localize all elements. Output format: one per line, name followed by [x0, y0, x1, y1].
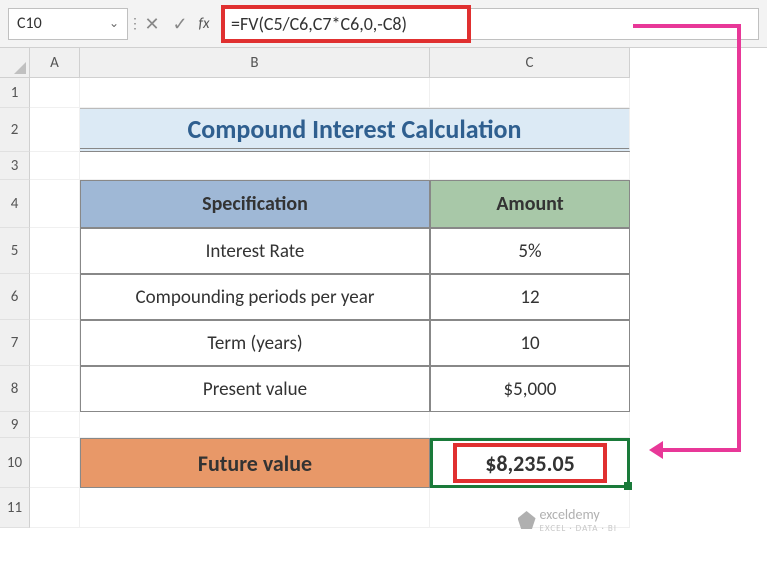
cell-A4[interactable]: [30, 180, 80, 228]
col-header-C[interactable]: C: [430, 48, 630, 78]
watermark: exceldemy EXCEL · DATA · BI: [518, 506, 617, 534]
fx-icon: fx: [198, 15, 209, 33]
cancel-formula-button[interactable]: ✕: [138, 8, 166, 40]
formula-bar: C10 ⌄ ⋮ ✕ ✓ fx =FV(C5/C6,C7*C6,0,-C8): [0, 0, 767, 48]
row-header-2[interactable]: 2: [0, 108, 30, 152]
title-cell[interactable]: Compound Interest Calculation: [80, 108, 630, 152]
cell-A2[interactable]: [30, 108, 80, 152]
spreadsheet-grid: 1 2 3 4 5 6 7 8 9 10 11 A B C: [0, 48, 767, 584]
cell-B5[interactable]: Interest Rate: [80, 228, 430, 274]
cell-B11[interactable]: [80, 488, 430, 528]
divider-icon: ⋮: [128, 15, 138, 32]
cell-C3[interactable]: [430, 152, 630, 180]
row-header-10[interactable]: 10: [0, 438, 30, 488]
row-header-1[interactable]: 1: [0, 78, 30, 108]
amount-header[interactable]: Amount: [430, 180, 630, 228]
cell-A6[interactable]: [30, 274, 80, 320]
watermark-tagline: EXCEL · DATA · BI: [540, 523, 617, 534]
row-header-6[interactable]: 6: [0, 274, 30, 320]
row-header-7[interactable]: 7: [0, 320, 30, 366]
cell-B3[interactable]: [80, 152, 430, 180]
name-box[interactable]: C10 ⌄: [8, 8, 128, 40]
cell-B6[interactable]: Compounding periods per year: [80, 274, 430, 320]
cell-A9[interactable]: [30, 412, 80, 438]
logo-icon: [518, 511, 536, 529]
row-header-4[interactable]: 4: [0, 180, 30, 228]
cell-A5[interactable]: [30, 228, 80, 274]
cell-A7[interactable]: [30, 320, 80, 366]
fill-handle[interactable]: [624, 482, 632, 490]
col-header-B[interactable]: B: [80, 48, 430, 78]
row-header-8[interactable]: 8: [0, 366, 30, 412]
select-all-button[interactable]: [0, 48, 30, 78]
name-box-value: C10: [17, 14, 42, 33]
cell-A8[interactable]: [30, 366, 80, 412]
row-headers: 1 2 3 4 5 6 7 8 9 10 11: [0, 78, 30, 528]
cell-B7[interactable]: Term (years): [80, 320, 430, 366]
cell-B1[interactable]: [80, 78, 430, 108]
formula-input[interactable]: =FV(C5/C6,C7*C6,0,-C8): [222, 8, 759, 40]
cell-B9[interactable]: [80, 412, 430, 438]
future-value-text: $8,235.05: [485, 450, 575, 477]
cell-C5[interactable]: 5%: [430, 228, 630, 274]
cell-A1[interactable]: [30, 78, 80, 108]
cells-area[interactable]: Compound Interest Calculation Specificat…: [30, 78, 767, 528]
cell-C9[interactable]: [430, 412, 630, 438]
cell-C8[interactable]: $5,000: [430, 366, 630, 412]
check-icon: ✓: [172, 13, 187, 35]
cell-C1[interactable]: [430, 78, 630, 108]
confirm-formula-button[interactable]: ✓: [166, 8, 194, 40]
active-cell-C10[interactable]: $8,235.05: [430, 438, 630, 488]
future-value-label[interactable]: Future value: [80, 438, 430, 488]
col-header-A[interactable]: A: [30, 48, 80, 78]
cell-C7[interactable]: 10: [430, 320, 630, 366]
row-header-9[interactable]: 9: [0, 412, 30, 438]
row-header-5[interactable]: 5: [0, 228, 30, 274]
close-icon: ✕: [144, 13, 159, 35]
column-headers: A B C: [30, 48, 767, 78]
formula-text: =FV(C5/C6,C7*C6,0,-C8): [231, 13, 407, 35]
row-header-3[interactable]: 3: [0, 152, 30, 180]
spec-header[interactable]: Specification: [80, 180, 430, 228]
cell-A3[interactable]: [30, 152, 80, 180]
watermark-brand: exceldemy: [540, 506, 600, 523]
insert-function-button[interactable]: fx: [194, 8, 222, 40]
cell-B8[interactable]: Present value: [80, 366, 430, 412]
cell-A11[interactable]: [30, 488, 80, 528]
chevron-down-icon[interactable]: ⌄: [109, 16, 119, 31]
row-header-11[interactable]: 11: [0, 488, 30, 528]
cell-A10[interactable]: [30, 438, 80, 488]
cell-C6[interactable]: 12: [430, 274, 630, 320]
